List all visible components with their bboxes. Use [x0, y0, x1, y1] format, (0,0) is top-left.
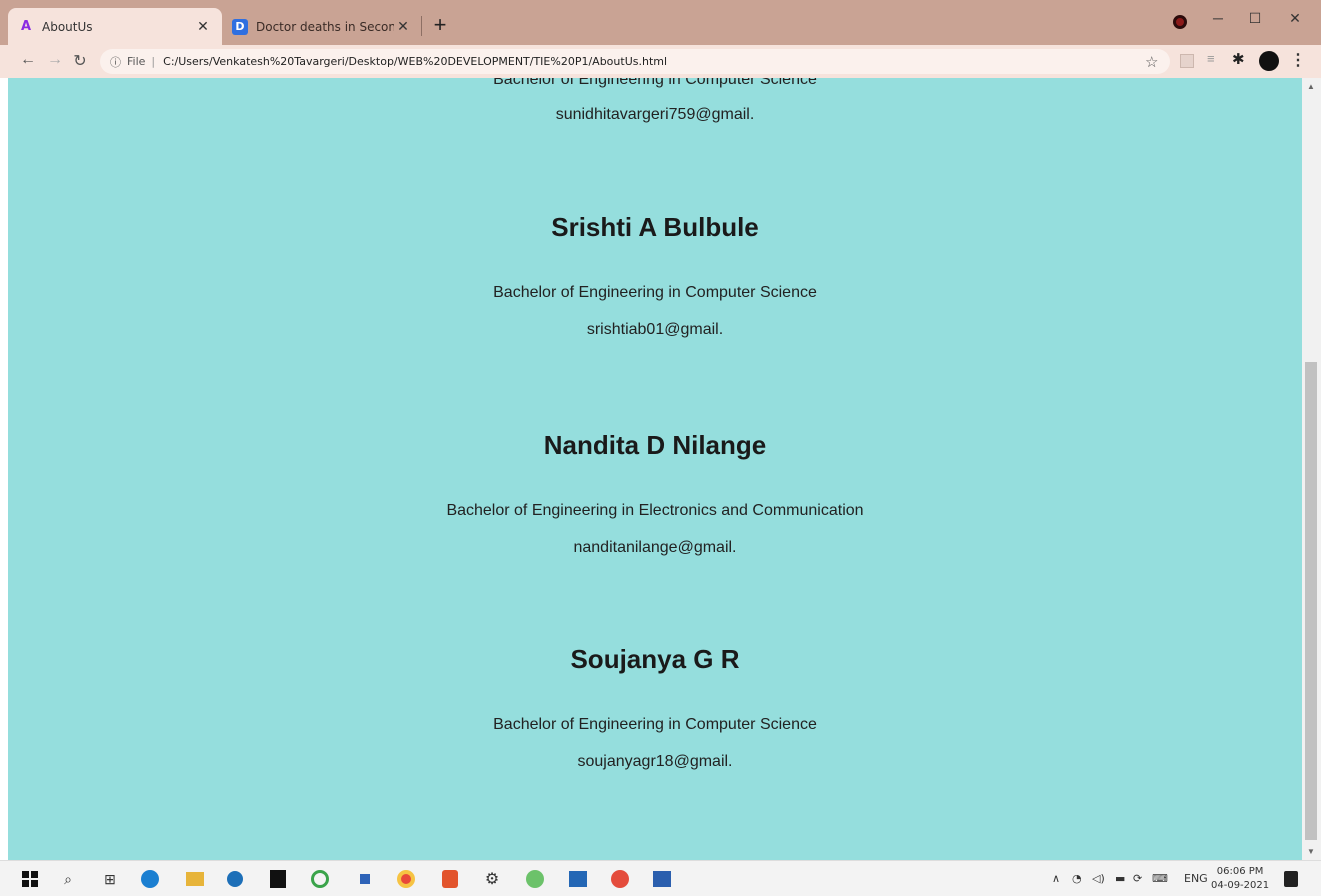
netflix-icon[interactable] [268, 869, 288, 889]
page-content: Bachelor of Engineering in Computer Scie… [8, 78, 1302, 860]
member-name: Srishti A Bulbule [551, 212, 759, 242]
brave-icon[interactable] [440, 869, 460, 889]
close-tab-icon[interactable]: ✕ [394, 19, 412, 35]
file-explorer-icon[interactable] [185, 869, 205, 889]
forward-arrow-icon[interactable]: → [45, 51, 65, 69]
windows-start-icon[interactable] [20, 869, 40, 889]
minimize-button[interactable]: ─ [1203, 10, 1233, 26]
extension-icon[interactable]: ≡ [1207, 51, 1221, 66]
tab-aboutus[interactable]: A AboutUs ✕ [8, 8, 222, 45]
member-email: soujanyagr18@gmail. [577, 753, 733, 770]
tray-chevron-icon[interactable]: ∧ [1052, 872, 1060, 885]
tab-title: AboutUs [42, 19, 93, 34]
settings-gear-icon[interactable]: ⚙ [482, 869, 502, 889]
close-tab-icon[interactable]: ✕ [194, 19, 212, 35]
member-degree: Bachelor of Engineering in Electronics a… [446, 502, 864, 519]
search-icon[interactable]: ⌕ [58, 869, 78, 889]
bookmark-star-icon[interactable]: ☆ [1145, 53, 1158, 71]
member-degree: Bachelor of Engineering in Computer Scie… [493, 716, 817, 733]
app-icon[interactable] [355, 869, 375, 889]
scroll-up-arrow-icon[interactable]: ▲ [1307, 82, 1315, 91]
member-name: Soujanya G R [570, 644, 740, 674]
scheme-label: File [127, 55, 146, 68]
extension-icon[interactable] [1180, 54, 1194, 68]
chrome-icon[interactable] [396, 869, 416, 889]
scroll-down-arrow-icon[interactable]: ▼ [1307, 847, 1315, 856]
app-icon[interactable] [225, 869, 245, 889]
edge-icon[interactable] [140, 869, 160, 889]
photos-icon[interactable] [568, 869, 588, 889]
tab-strip: A AboutUs ✕ D Doctor deaths in Second Wa… [0, 0, 1321, 45]
circle-app-icon[interactable] [310, 869, 330, 889]
word-icon[interactable] [652, 869, 672, 889]
account-avatar[interactable] [1259, 51, 1279, 71]
url-text: C:/Users/Venkatesh%20Tavargeri/Desktop/W… [163, 55, 668, 68]
toolbar: ← → ↻ ⓘ File | C:/Users/Venkatesh%20Tava… [0, 45, 1321, 78]
keyboard-icon[interactable]: ⌨ [1152, 872, 1168, 885]
windows-taskbar: ⌕ ⊞ ⚙ ∧ ◔ ◁) ▬ ⟳ ⌨ ENG 06:06 PM 04-09-20… [0, 860, 1321, 896]
letter-d-icon: D [232, 18, 248, 35]
member-name: Nandita D Nilange [543, 430, 767, 460]
member-email: srishtiab01@gmail. [586, 321, 724, 338]
tab-title: Doctor deaths in Second Wave [256, 19, 394, 34]
close-window-button[interactable]: ✕ [1280, 10, 1310, 27]
volume-icon[interactable]: ◁) [1092, 872, 1105, 885]
address-bar[interactable]: ⓘ File | C:/Users/Venkatesh%20Tavargeri/… [100, 49, 1170, 74]
member-email: nanditanilange@gmail. [573, 539, 737, 556]
member-degree: Bachelor of Engineering in Computer Scie… [493, 78, 817, 88]
info-icon[interactable]: ⓘ [110, 54, 121, 70]
scheme-separator: | [151, 55, 156, 68]
back-arrow-icon[interactable]: ← [18, 51, 38, 69]
task-view-icon[interactable]: ⊞ [100, 869, 120, 889]
tab-doctor-deaths[interactable]: D Doctor deaths in Second Wave ✕ [222, 8, 422, 45]
member-email: sunidhitavargeri759@gmail. [555, 106, 755, 123]
browser-menu-icon[interactable]: ⋮ [1290, 50, 1306, 70]
clock-time: 06:06 PM [1216, 866, 1264, 877]
member-partial: Bachelor of Engineering in Computer Scie… [8, 78, 1302, 124]
app-icon[interactable] [525, 869, 545, 889]
network-icon[interactable]: ◔ [1072, 872, 1082, 885]
system-clock[interactable]: 06:06 PM 04-09-2021 [1211, 865, 1269, 893]
extensions-puzzle-icon[interactable]: ✱ [1232, 50, 1246, 68]
scrollbar-thumb[interactable] [1305, 362, 1317, 840]
vertical-scrollbar[interactable]: ▲ ▼ [1302, 78, 1321, 860]
app-icon[interactable] [610, 869, 630, 889]
profile-icon[interactable] [1173, 15, 1187, 29]
battery-icon[interactable]: ▬ [1115, 872, 1125, 885]
tab-divider [421, 16, 422, 36]
sync-icon[interactable]: ⟳ [1133, 872, 1142, 885]
reload-icon[interactable]: ↻ [70, 51, 90, 71]
notifications-icon[interactable] [1281, 869, 1301, 889]
language-indicator[interactable]: ENG [1184, 872, 1208, 885]
new-tab-button[interactable]: + [430, 12, 450, 38]
clock-date: 04-09-2021 [1211, 880, 1270, 891]
member-card: Soujanya G R Bachelor of Engineering in … [8, 644, 1302, 771]
maximize-button[interactable]: ☐ [1240, 10, 1270, 27]
member-card: Srishti A Bulbule Bachelor of Engineerin… [8, 212, 1302, 339]
member-degree: Bachelor of Engineering in Computer Scie… [493, 284, 817, 301]
letter-a-icon: A [20, 19, 32, 34]
member-card: Nandita D Nilange Bachelor of Engineerin… [8, 430, 1302, 557]
